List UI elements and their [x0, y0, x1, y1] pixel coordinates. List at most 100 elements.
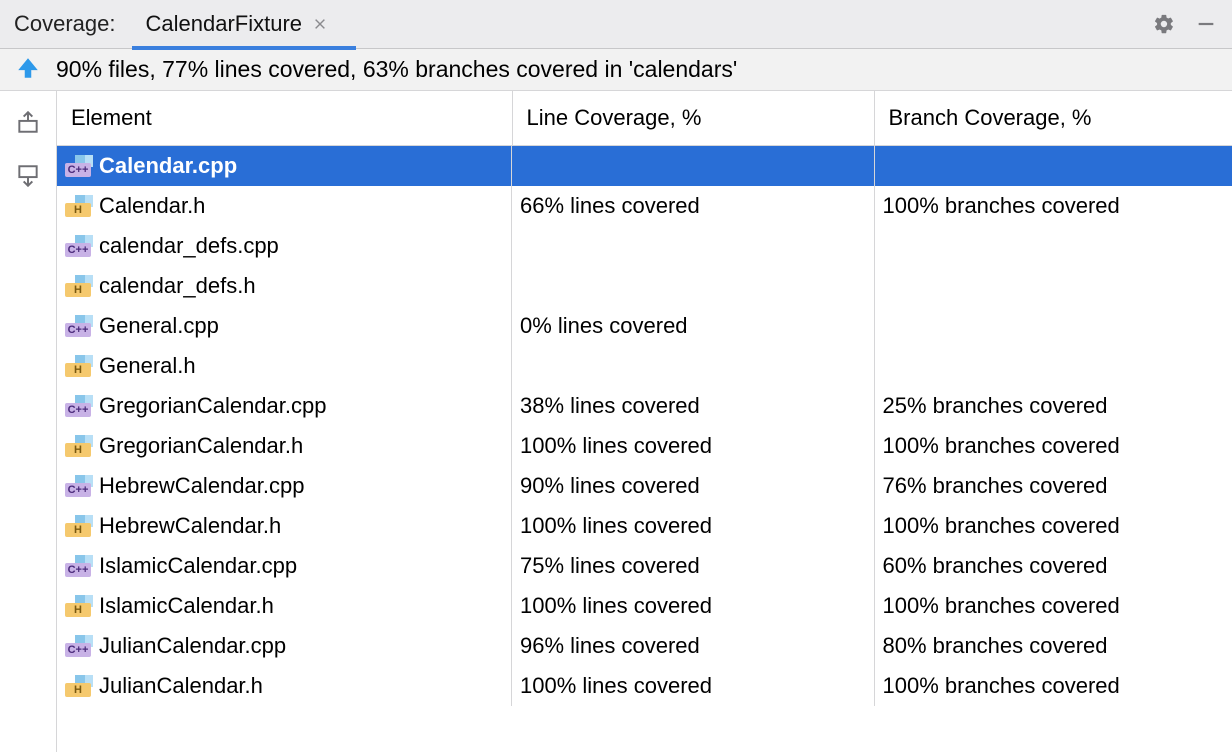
cell-element: H HebrewCalendar.h: [57, 506, 512, 546]
file-name: IslamicCalendar.cpp: [99, 553, 297, 579]
cell-element: C++ General.cpp: [57, 306, 512, 346]
cell-element: C++ GregorianCalendar.cpp: [57, 386, 512, 426]
cpp-file-icon: C++: [65, 315, 93, 337]
h-file-icon: H: [65, 675, 93, 697]
cell-line-coverage: 96% lines covered: [512, 626, 874, 666]
cell-branch-coverage: 100% branches covered: [874, 506, 1232, 546]
cell-line-coverage: [512, 266, 874, 306]
table-row[interactable]: C++ calendar_defs.cpp: [57, 226, 1232, 266]
cell-line-coverage: [512, 346, 874, 386]
panel-title: Coverage:: [14, 11, 116, 37]
cell-branch-coverage: 25% branches covered: [874, 386, 1232, 426]
table-row[interactable]: C++ JulianCalendar.cpp 96% lines covered80…: [57, 626, 1232, 666]
cell-branch-coverage: 100% branches covered: [874, 426, 1232, 466]
cell-line-coverage: [512, 146, 874, 187]
col-element[interactable]: Element: [57, 91, 512, 146]
gear-icon[interactable]: [1152, 12, 1176, 36]
expand-packages-icon[interactable]: [15, 163, 41, 189]
file-name: General.cpp: [99, 313, 219, 339]
cell-line-coverage: 100% lines covered: [512, 666, 874, 706]
cell-element: C++HebrewCalendar.cpp: [57, 466, 512, 506]
table-row[interactable]: H GregorianCalendar.h 100% lines covered10…: [57, 426, 1232, 466]
cell-branch-coverage: [874, 226, 1232, 266]
file-name: IslamicCalendar.h: [99, 593, 274, 619]
file-name: Calendar.h: [99, 193, 205, 219]
cell-branch-coverage: [874, 346, 1232, 386]
cell-element: C++ IslamicCalendar.cpp: [57, 546, 512, 586]
file-name: GregorianCalendar.cpp: [99, 393, 326, 419]
cell-line-coverage: 38% lines covered: [512, 386, 874, 426]
table-row[interactable]: C++ General.cpp 0% lines covered: [57, 306, 1232, 346]
coverage-summary: 90% files, 77% lines covered, 63% branch…: [0, 49, 1232, 91]
hide-panel-icon[interactable]: [1194, 12, 1218, 36]
h-file-icon: H: [65, 195, 93, 217]
cell-branch-coverage: 80% branches covered: [874, 626, 1232, 666]
tab-label: CalendarFixture: [146, 11, 313, 37]
cell-line-coverage: 0% lines covered: [512, 306, 874, 346]
coverage-tab[interactable]: CalendarFixture: [146, 0, 329, 49]
file-name: calendar_defs.h: [99, 273, 256, 299]
cpp-file-icon: C++: [65, 235, 93, 257]
table-row[interactable]: H Calendar.h 66% lines covered100% branche…: [57, 186, 1232, 226]
h-file-icon: H: [65, 515, 93, 537]
table-row[interactable]: H IslamicCalendar.h 100% lines covered100%…: [57, 586, 1232, 626]
table-row[interactable]: C++ Calendar.cpp: [57, 146, 1232, 187]
cpp-file-icon: C++: [65, 555, 93, 577]
cell-line-coverage: 100% lines covered: [512, 426, 874, 466]
h-file-icon: H: [65, 355, 93, 377]
h-file-icon: H: [65, 275, 93, 297]
cell-line-coverage: 66% lines covered: [512, 186, 874, 226]
cell-element: H Calendar.h: [57, 186, 512, 226]
cpp-file-icon: C++: [65, 475, 93, 497]
file-name: Calendar.cpp: [99, 153, 237, 179]
cell-branch-coverage: 60% branches covered: [874, 546, 1232, 586]
cell-branch-coverage: 100% branches covered: [874, 186, 1232, 226]
table-row[interactable]: C++ GregorianCalendar.cpp 38% lines covere…: [57, 386, 1232, 426]
go-up-icon[interactable]: [15, 55, 41, 81]
cell-line-coverage: 100% lines covered: [512, 586, 874, 626]
col-branch[interactable]: Branch Coverage, %: [874, 91, 1232, 146]
cpp-file-icon: C++: [65, 635, 93, 657]
cell-branch-coverage: 100% branches covered: [874, 666, 1232, 706]
table-row[interactable]: Hcalendar_defs.h: [57, 266, 1232, 306]
table-header-row: Element Line Coverage, % Branch Coverage…: [57, 91, 1232, 146]
cell-element: H IslamicCalendar.h: [57, 586, 512, 626]
file-name: JulianCalendar.cpp: [99, 633, 286, 659]
cell-branch-coverage: [874, 306, 1232, 346]
file-name: calendar_defs.cpp: [99, 233, 279, 259]
cpp-file-icon: C++: [65, 155, 93, 177]
table-row[interactable]: H JulianCalendar.h 100% lines covered100% …: [57, 666, 1232, 706]
coverage-panel-header: Coverage: CalendarFixture: [0, 0, 1232, 49]
table-row[interactable]: HGeneral.h: [57, 346, 1232, 386]
coverage-table: Element Line Coverage, % Branch Coverage…: [57, 91, 1232, 706]
close-tab-icon[interactable]: [312, 16, 328, 32]
cell-branch-coverage: [874, 146, 1232, 187]
cell-line-coverage: 100% lines covered: [512, 506, 874, 546]
cell-element: H GregorianCalendar.h: [57, 426, 512, 466]
cell-element: C++ calendar_defs.cpp: [57, 226, 512, 266]
flatten-packages-icon[interactable]: [15, 109, 41, 135]
active-tab-underline: [132, 46, 357, 50]
cell-element: HGeneral.h: [57, 346, 512, 386]
h-file-icon: H: [65, 435, 93, 457]
file-name: HebrewCalendar.h: [99, 513, 281, 539]
table-row[interactable]: H HebrewCalendar.h 100% lines covered100% …: [57, 506, 1232, 546]
h-file-icon: H: [65, 595, 93, 617]
cell-branch-coverage: 76% branches covered: [874, 466, 1232, 506]
table-row[interactable]: C++ IslamicCalendar.cpp 75% lines covered6…: [57, 546, 1232, 586]
table-row[interactable]: C++HebrewCalendar.cpp90% lines covered76…: [57, 466, 1232, 506]
cell-branch-coverage: 100% branches covered: [874, 586, 1232, 626]
cell-line-coverage: [512, 226, 874, 266]
file-name: GregorianCalendar.h: [99, 433, 303, 459]
cell-line-coverage: 90% lines covered: [512, 466, 874, 506]
cell-element: C++ JulianCalendar.cpp: [57, 626, 512, 666]
cell-element: Hcalendar_defs.h: [57, 266, 512, 306]
file-name: JulianCalendar.h: [99, 673, 263, 699]
cell-line-coverage: 75% lines covered: [512, 546, 874, 586]
col-line[interactable]: Line Coverage, %: [512, 91, 874, 146]
cell-element: C++ Calendar.cpp: [57, 146, 512, 186]
cell-branch-coverage: [874, 266, 1232, 306]
cell-element: H JulianCalendar.h: [57, 666, 512, 706]
cpp-file-icon: C++: [65, 395, 93, 417]
coverage-toolbar: [0, 49, 56, 752]
